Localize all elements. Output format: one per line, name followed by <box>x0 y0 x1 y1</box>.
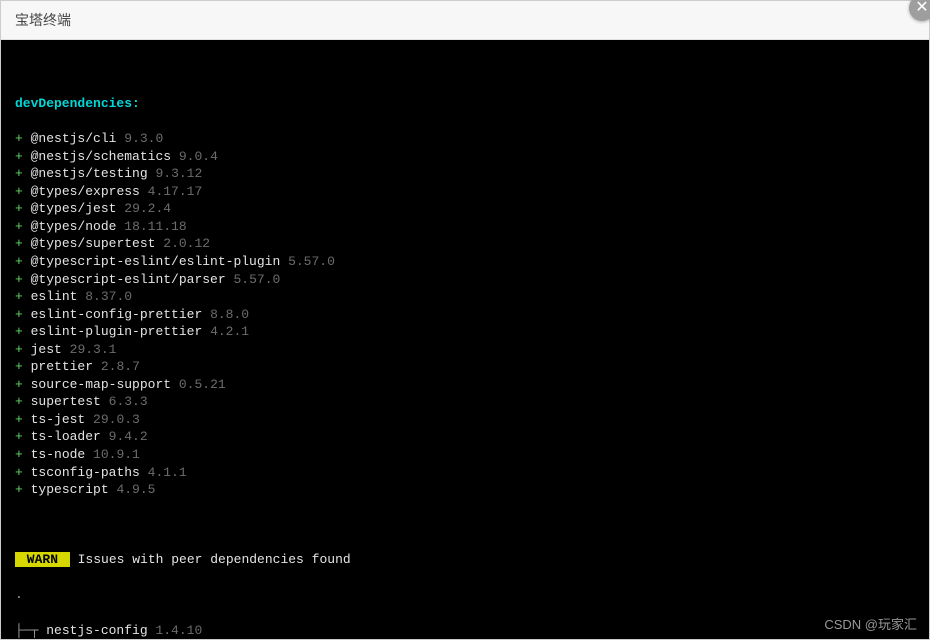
dep-row: + tsconfig-paths 4.1.1 <box>15 464 915 482</box>
dep-row: + @types/express 4.17.17 <box>15 183 915 201</box>
dep-name: @nestjs/cli <box>31 131 117 146</box>
terminal-window: 宝塔终端 ✕ devDependencies: + @nestjs/cli 9.… <box>0 0 930 640</box>
plus-icon: + <box>15 324 23 339</box>
dep-name: supertest <box>31 394 101 409</box>
dep-row: + @typescript-eslint/parser 5.57.0 <box>15 271 915 289</box>
dep-version: 8.37.0 <box>85 289 132 304</box>
plus-icon: + <box>15 254 23 269</box>
plus-icon: + <box>15 131 23 146</box>
plus-icon: + <box>15 429 23 444</box>
tree-prefix: ├─┬ <box>15 623 46 638</box>
dep-version: 18.11.18 <box>124 219 186 234</box>
dep-row: + @types/node 18.11.18 <box>15 218 915 236</box>
dep-version: 9.0.4 <box>179 149 218 164</box>
close-icon[interactable]: ✕ <box>909 0 930 21</box>
dep-name: @types/jest <box>31 201 117 216</box>
plus-icon: + <box>15 482 23 497</box>
dep-row: + source-map-support 0.5.21 <box>15 376 915 394</box>
dep-version: 9.3.12 <box>155 166 202 181</box>
plus-icon: + <box>15 377 23 392</box>
plus-icon: + <box>15 394 23 409</box>
dep-version: 9.4.2 <box>109 429 148 444</box>
plus-icon: + <box>15 184 23 199</box>
plus-icon: + <box>15 465 23 480</box>
dep-version: 4.9.5 <box>116 482 155 497</box>
tree-pkg-name: nestjs-config <box>46 623 147 638</box>
plus-icon: + <box>15 236 23 251</box>
dep-version: 0.5.21 <box>179 377 226 392</box>
section-header: devDependencies: <box>15 96 140 111</box>
dep-name: @nestjs/schematics <box>31 149 171 164</box>
dep-row: + @types/jest 29.2.4 <box>15 200 915 218</box>
tree-root: . <box>15 586 915 604</box>
plus-icon: + <box>15 342 23 357</box>
dep-row: + @nestjs/schematics 9.0.4 <box>15 148 915 166</box>
dep-row: + typescript 4.9.5 <box>15 481 915 499</box>
dep-name: eslint-plugin-prettier <box>31 324 203 339</box>
dep-name: ts-loader <box>31 429 101 444</box>
dep-version: 2.8.7 <box>101 359 140 374</box>
dep-name: @types/node <box>31 219 117 234</box>
dep-version: 2.0.12 <box>163 236 210 251</box>
plus-icon: + <box>15 412 23 427</box>
dep-name: @typescript-eslint/eslint-plugin <box>31 254 281 269</box>
dep-row: + ts-node 10.9.1 <box>15 446 915 464</box>
dep-name: ts-jest <box>31 412 86 427</box>
dep-row: + @types/supertest 2.0.12 <box>15 235 915 253</box>
dep-row: + supertest 6.3.3 <box>15 393 915 411</box>
dep-row: + @typescript-eslint/eslint-plugin 5.57.… <box>15 253 915 271</box>
dep-name: jest <box>31 342 62 357</box>
dep-name: ts-node <box>31 447 86 462</box>
dep-name: prettier <box>31 359 93 374</box>
dep-version: 9.3.0 <box>124 131 163 146</box>
dep-row: + ts-loader 9.4.2 <box>15 428 915 446</box>
window-title: 宝塔终端 <box>15 10 71 30</box>
dep-version: 5.57.0 <box>233 272 280 287</box>
plus-icon: + <box>15 166 23 181</box>
terminal-body[interactable]: devDependencies: + @nestjs/cli 9.3.0+ @n… <box>1 40 929 639</box>
dep-name: typescript <box>31 482 109 497</box>
plus-icon: + <box>15 289 23 304</box>
dep-version: 29.3.1 <box>70 342 117 357</box>
warn-badge: WARN <box>15 552 70 567</box>
plus-icon: + <box>15 307 23 322</box>
plus-icon: + <box>15 219 23 234</box>
dep-version: 29.2.4 <box>124 201 171 216</box>
dep-row: + ts-jest 29.0.3 <box>15 411 915 429</box>
dep-version: 29.0.3 <box>93 412 140 427</box>
dep-version: 10.9.1 <box>93 447 140 462</box>
dep-version: 5.57.0 <box>288 254 335 269</box>
plus-icon: + <box>15 149 23 164</box>
dep-row: + @nestjs/cli 9.3.0 <box>15 130 915 148</box>
dep-row: + @nestjs/testing 9.3.12 <box>15 165 915 183</box>
plus-icon: + <box>15 272 23 287</box>
dep-name: tsconfig-paths <box>31 465 140 480</box>
dep-row: + eslint 8.37.0 <box>15 288 915 306</box>
dep-version: 8.8.0 <box>210 307 249 322</box>
dep-row: + eslint-config-prettier 8.8.0 <box>15 306 915 324</box>
tree-pkg-version: 1.4.10 <box>155 623 202 638</box>
dep-version: 4.2.1 <box>210 324 249 339</box>
plus-icon: + <box>15 359 23 374</box>
dep-row: + eslint-plugin-prettier 4.2.1 <box>15 323 915 341</box>
watermark: CSDN @玩家汇 <box>824 614 917 633</box>
warn-message: Issues with peer dependencies found <box>78 552 351 567</box>
plus-icon: + <box>15 447 23 462</box>
dep-name: @typescript-eslint/parser <box>31 272 226 287</box>
dep-name: @types/express <box>31 184 140 199</box>
tree-row: ├─┬ nestjs-config 1.4.10 <box>15 622 915 640</box>
dep-name: @nestjs/testing <box>31 166 148 181</box>
dep-version: 4.17.17 <box>148 184 203 199</box>
dep-name: eslint <box>31 289 78 304</box>
dep-row: + jest 29.3.1 <box>15 341 915 359</box>
dep-version: 4.1.1 <box>148 465 187 480</box>
dep-name: eslint-config-prettier <box>31 307 203 322</box>
title-bar: 宝塔终端 ✕ <box>1 1 929 40</box>
dep-row: + prettier 2.8.7 <box>15 358 915 376</box>
dep-version: 6.3.3 <box>109 394 148 409</box>
dep-name: @types/supertest <box>31 236 156 251</box>
plus-icon: + <box>15 201 23 216</box>
dep-name: source-map-support <box>31 377 171 392</box>
